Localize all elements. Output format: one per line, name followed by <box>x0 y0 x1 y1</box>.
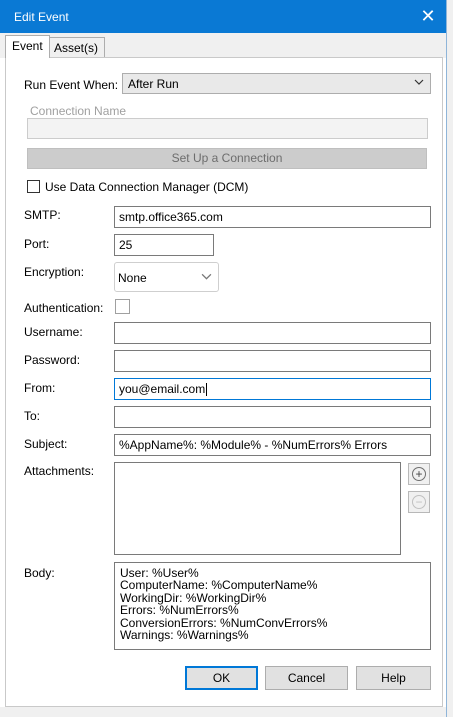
to-label: To: <box>24 409 41 423</box>
chevron-down-icon <box>201 271 212 285</box>
subject-label: Subject: <box>24 437 68 451</box>
window-border <box>446 0 453 717</box>
username-label: Username: <box>24 325 83 339</box>
authentication-checkbox[interactable] <box>115 299 130 314</box>
smtp-label: SMTP: <box>24 208 61 222</box>
setup-connection-button[interactable]: Set Up a Connection <box>27 148 427 169</box>
attachments-label: Attachments: <box>24 464 95 478</box>
connection-name-input[interactable] <box>27 118 428 139</box>
password-input[interactable] <box>114 350 431 372</box>
cancel-button[interactable]: Cancel <box>265 666 348 690</box>
body-label: Body: <box>24 566 55 580</box>
authentication-label: Authentication: <box>24 301 104 315</box>
password-label: Password: <box>24 353 81 367</box>
port-input[interactable]: 25 <box>114 234 214 256</box>
encryption-label: Encryption: <box>24 265 85 279</box>
close-icon[interactable]: ✕ <box>413 4 443 28</box>
run-event-value: After Run <box>128 77 179 91</box>
plus-circle-icon: + <box>412 467 426 481</box>
add-attachment-button[interactable]: + <box>408 463 430 485</box>
username-input[interactable] <box>114 322 431 344</box>
dcm-label: Use Data Connection Manager (DCM) <box>45 180 249 194</box>
window-bottom-edge <box>0 707 446 717</box>
run-event-select[interactable]: After Run <box>122 73 431 94</box>
subject-input[interactable]: %AppName%: %Module% - %NumErrors% Errors <box>114 434 431 456</box>
connection-name-label: Connection Name <box>30 104 127 118</box>
body-textarea[interactable]: User: %User% ComputerName: %ComputerName… <box>114 562 431 650</box>
tab-event[interactable]: Event <box>5 35 50 58</box>
from-label: From: <box>24 381 56 395</box>
encryption-value: None <box>118 271 147 285</box>
from-input[interactable]: you@email.com <box>114 378 431 400</box>
tab-assets[interactable]: Asset(s) <box>47 37 106 58</box>
run-event-label: Run Event When: <box>24 78 119 92</box>
dcm-checkbox[interactable] <box>27 180 40 193</box>
port-label: Port: <box>24 237 50 251</box>
encryption-select[interactable]: None <box>114 262 219 292</box>
minus-circle-icon: − <box>412 495 426 509</box>
from-value: you@email.com <box>119 382 206 396</box>
smtp-input[interactable]: smtp.office365.com <box>114 206 431 228</box>
chevron-down-icon <box>414 77 424 90</box>
text-cursor <box>206 383 208 397</box>
window-title: Edit Event <box>14 10 69 24</box>
to-input[interactable] <box>114 406 431 428</box>
attachments-list[interactable] <box>114 462 401 555</box>
ok-button[interactable]: OK <box>185 666 258 690</box>
help-button[interactable]: Help <box>356 666 431 690</box>
remove-attachment-button[interactable]: − <box>408 491 430 513</box>
